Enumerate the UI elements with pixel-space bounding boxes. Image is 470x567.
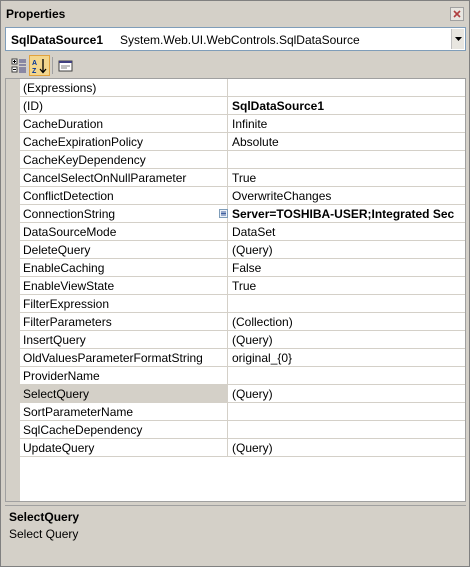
property-value[interactable]: [229, 295, 465, 312]
alphabetical-button[interactable]: A Z: [29, 55, 50, 76]
property-value[interactable]: original_{0}: [229, 349, 465, 366]
property-value[interactable]: (Query): [229, 439, 465, 456]
property-row[interactable]: FilterExpression: [20, 295, 465, 313]
property-name[interactable]: SqlCacheDependency: [20, 421, 228, 438]
property-row[interactable]: DeleteQuery (Query): [20, 241, 465, 259]
property-value[interactable]: [229, 421, 465, 438]
property-row[interactable]: (ID) SqlDataSource1: [20, 97, 465, 115]
property-row[interactable]: SortParameterName: [20, 403, 465, 421]
dropdown-arrow-button[interactable]: [451, 29, 464, 49]
property-name[interactable]: (Expressions): [20, 79, 228, 96]
property-row[interactable]: SqlCacheDependency: [20, 421, 465, 439]
expand-icon: [221, 211, 226, 216]
property-pages-button[interactable]: [55, 55, 76, 76]
property-value[interactable]: Absolute: [229, 133, 465, 150]
selected-object-type: System.Web.UI.WebControls.SqlDataSource: [120, 33, 360, 47]
property-rows: (Expressions) (ID) SqlDataSource1 CacheDura…: [20, 79, 465, 457]
categorized-button[interactable]: [8, 55, 29, 76]
property-name[interactable]: ProviderName: [20, 367, 228, 384]
property-row[interactable]: EnableViewState True: [20, 277, 465, 295]
property-value[interactable]: [229, 79, 465, 96]
property-name[interactable]: DataSourceMode: [20, 223, 228, 240]
property-value[interactable]: Server=TOSHIBA-USER;Integrated Sec: [229, 205, 465, 222]
toolbar-separator: [52, 57, 53, 74]
svg-text:A: A: [32, 60, 37, 67]
property-name[interactable]: ConnectionString: [20, 205, 228, 222]
property-value[interactable]: [229, 151, 465, 168]
grid-gutter: [6, 79, 20, 501]
property-value[interactable]: Infinite: [229, 115, 465, 132]
property-name[interactable]: FilterParameters: [20, 313, 228, 330]
properties-toolbar: A Z: [5, 54, 466, 78]
property-value[interactable]: (Collection): [229, 313, 465, 330]
property-row[interactable]: UpdateQuery (Query): [20, 439, 465, 457]
property-value[interactable]: True: [229, 277, 465, 294]
title-bar: Properties: [1, 1, 469, 25]
property-value[interactable]: (Query): [229, 241, 465, 258]
property-name[interactable]: DeleteQuery: [20, 241, 228, 258]
property-name[interactable]: CacheKeyDependency: [20, 151, 228, 168]
property-value[interactable]: True: [229, 169, 465, 186]
property-name[interactable]: FilterExpression: [20, 295, 228, 312]
window-title: Properties: [6, 7, 66, 21]
property-row[interactable]: OldValuesParameterFormatString original_{…: [20, 349, 465, 367]
categorized-icon: [11, 58, 26, 73]
property-row[interactable]: FilterParameters (Collection): [20, 313, 465, 331]
property-name[interactable]: OldValuesParameterFormatString: [20, 349, 228, 366]
property-value[interactable]: [229, 367, 465, 384]
alphabetical-sort-icon: A Z: [32, 59, 47, 74]
property-grid[interactable]: (Expressions) (ID) SqlDataSource1 CacheDura…: [5, 78, 466, 502]
connection-string-expand-button[interactable]: [219, 209, 228, 218]
property-value[interactable]: SqlDataSource1: [229, 97, 465, 114]
property-row[interactable]: SelectQuery (Query): [20, 385, 465, 403]
property-name[interactable]: CancelSelectOnNullParameter: [20, 169, 228, 186]
property-row[interactable]: ProviderName: [20, 367, 465, 385]
property-value[interactable]: (Query): [229, 385, 465, 402]
description-text: Select Query: [9, 527, 79, 541]
close-button[interactable]: [450, 7, 464, 21]
property-name[interactable]: SortParameterName: [20, 403, 228, 420]
object-selector-dropdown[interactable]: SqlDataSource1 System.Web.UI.WebControls…: [5, 27, 466, 51]
property-name[interactable]: UpdateQuery: [20, 439, 228, 456]
property-value[interactable]: DataSet: [229, 223, 465, 240]
property-name[interactable]: EnableViewState: [20, 277, 228, 294]
property-row[interactable]: ConflictDetection OverwriteChanges: [20, 187, 465, 205]
property-value[interactable]: False: [229, 259, 465, 276]
close-icon: [453, 10, 461, 18]
property-row[interactable]: EnableCaching False: [20, 259, 465, 277]
selected-object-name: SqlDataSource1: [11, 33, 104, 47]
property-row[interactable]: CacheDuration Infinite: [20, 115, 465, 133]
property-name[interactable]: EnableCaching: [20, 259, 228, 276]
description-panel: SelectQuery Select Query: [5, 505, 466, 564]
property-row[interactable]: CacheKeyDependency: [20, 151, 465, 169]
property-name[interactable]: CacheDuration: [20, 115, 228, 132]
property-name[interactable]: CacheExpirationPolicy: [20, 133, 228, 150]
property-name[interactable]: InsertQuery: [20, 331, 228, 348]
property-row[interactable]: CancelSelectOnNullParameter True: [20, 169, 465, 187]
property-name[interactable]: ConflictDetection: [20, 187, 228, 204]
property-name[interactable]: SelectQuery: [20, 385, 228, 402]
property-value[interactable]: [229, 403, 465, 420]
property-row[interactable]: ConnectionString Server=TOSHIBA-USER;Inte…: [20, 205, 465, 223]
properties-window: Properties SqlDataSource1 System.Web.UI.…: [0, 0, 470, 567]
property-value[interactable]: OverwriteChanges: [229, 187, 465, 204]
property-row[interactable]: DataSourceMode DataSet: [20, 223, 465, 241]
property-row[interactable]: InsertQuery (Query): [20, 331, 465, 349]
property-row[interactable]: CacheExpirationPolicy Absolute: [20, 133, 465, 151]
property-name[interactable]: (ID): [20, 97, 228, 114]
property-row[interactable]: (Expressions): [20, 79, 465, 97]
chevron-down-icon: [455, 37, 462, 41]
description-title: SelectQuery: [9, 510, 80, 524]
property-pages-icon: [58, 60, 73, 72]
svg-text:Z: Z: [32, 68, 37, 74]
property-value[interactable]: (Query): [229, 331, 465, 348]
